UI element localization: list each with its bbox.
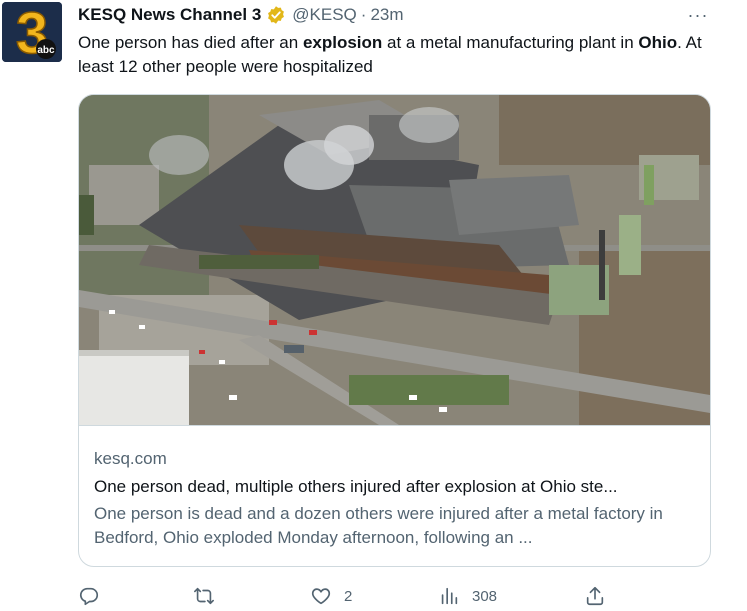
tweet-text-bold: explosion: [302, 33, 383, 52]
link-card[interactable]: kesq.com One person dead, multiple other…: [78, 94, 711, 567]
more-icon: ···: [687, 4, 709, 25]
like-count: 2: [344, 587, 353, 605]
reply-button[interactable]: [78, 583, 100, 609]
heart-icon: [311, 588, 331, 605]
like-button[interactable]: 2: [310, 583, 352, 609]
views-button[interactable]: 308: [438, 583, 497, 609]
share-button[interactable]: [584, 583, 606, 609]
author-name[interactable]: KESQ News Channel 3: [78, 5, 261, 25]
tweet-header: KESQ News Channel 3 @KESQ · 23m: [78, 4, 404, 26]
separator-dot: ·: [360, 5, 367, 24]
avatar-network: abc: [37, 45, 55, 56]
tweet-text: One person has died after an explosion a…: [78, 31, 728, 79]
retweet-button[interactable]: [193, 583, 215, 609]
analytics-icon: [441, 587, 458, 605]
card-title[interactable]: One person dead, multiple others injured…: [94, 475, 699, 499]
share-icon: [586, 586, 604, 606]
tweet-text-part: One person has died after an: [78, 33, 303, 52]
retweet-icon: [194, 587, 214, 605]
card-description[interactable]: One person is dead and a dozen others we…: [94, 502, 699, 550]
tweet-text-part: at a metal manufacturing plant in: [382, 33, 639, 52]
card-divider: [79, 425, 710, 426]
tweet-actions: 2 308: [78, 583, 718, 609]
author-handle[interactable]: @KESQ: [292, 5, 357, 25]
tweet: 3 abc KESQ News Channel 3 @KESQ · 23m ··…: [0, 0, 747, 611]
more-options-button[interactable]: ···: [682, 2, 714, 28]
avatar[interactable]: 3 abc: [2, 2, 62, 62]
tweet-text-bold: Ohio: [638, 33, 678, 52]
card-domain[interactable]: kesq.com: [94, 449, 167, 469]
kesq-logo-icon: 3 abc: [2, 2, 62, 62]
view-count: 308: [472, 587, 498, 605]
news-photo[interactable]: [79, 95, 710, 425]
verified-badge-icon[interactable]: [266, 5, 286, 25]
reply-icon: [79, 587, 99, 606]
timestamp[interactable]: 23m: [370, 5, 403, 25]
